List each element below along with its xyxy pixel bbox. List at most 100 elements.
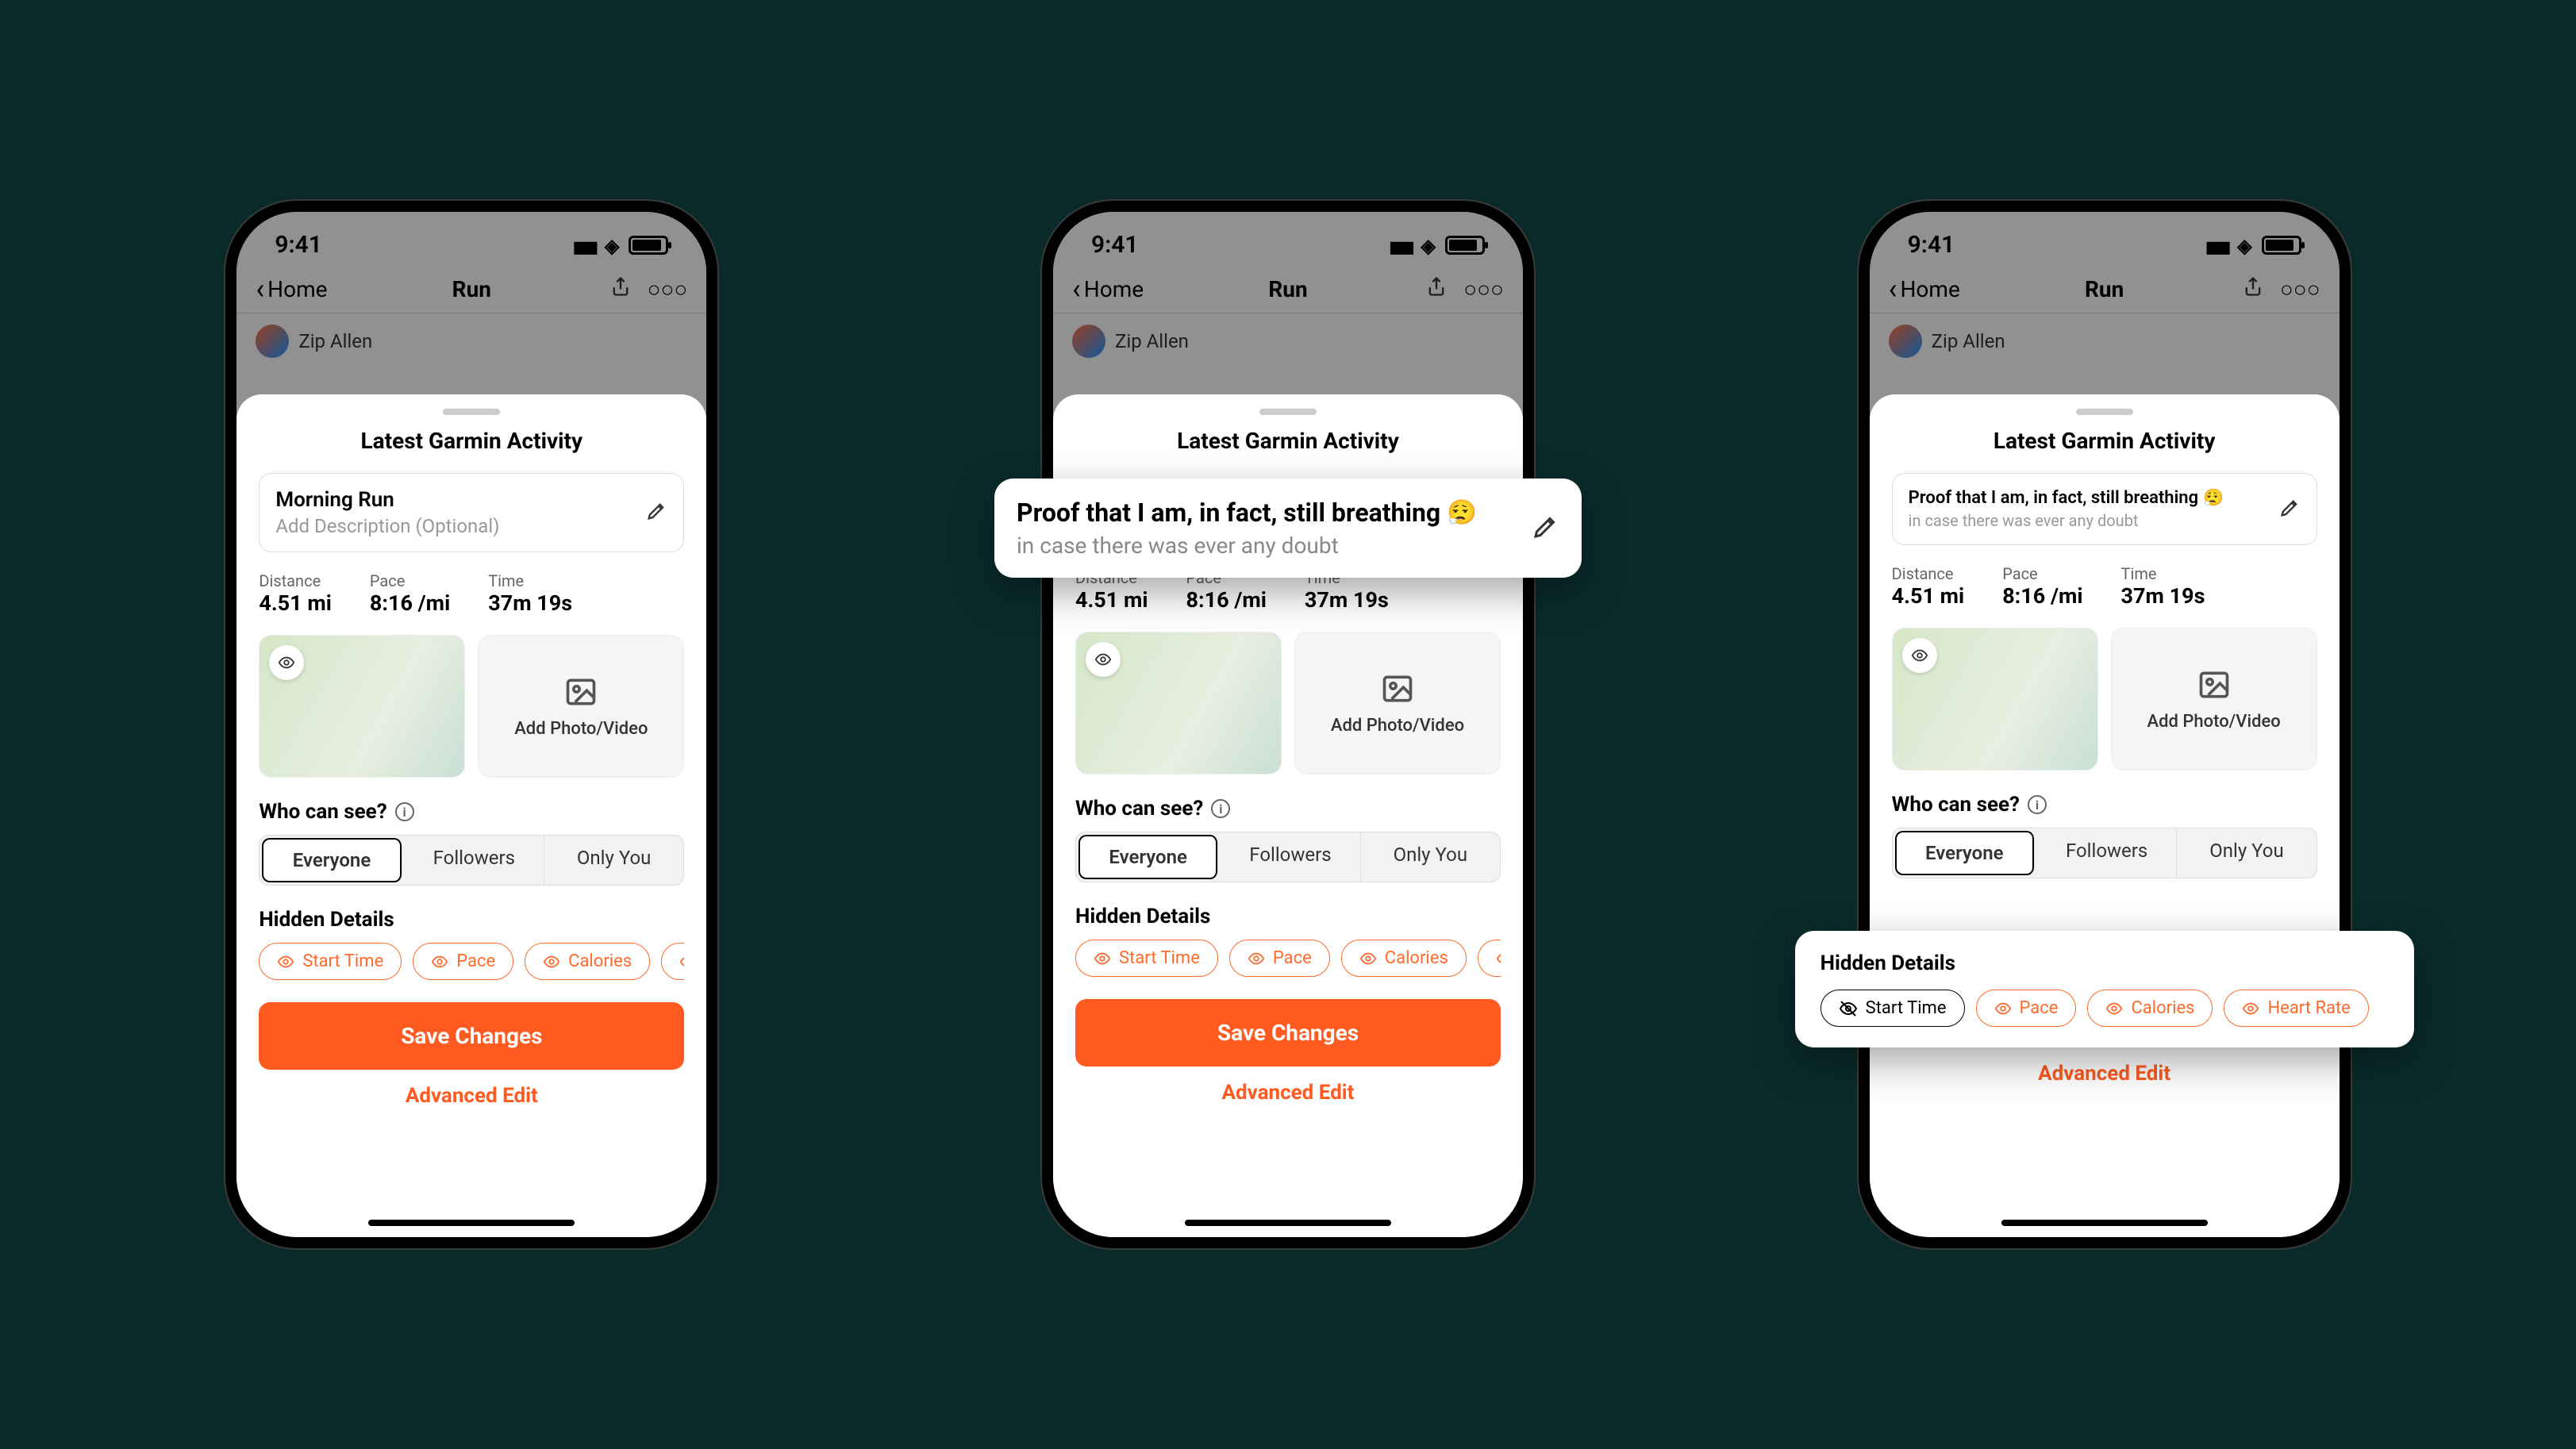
stat-time: Time 37m 19s <box>488 571 572 616</box>
info-icon[interactable]: i <box>395 802 414 821</box>
chip-start-time[interactable]: Start Time <box>259 943 402 980</box>
save-button[interactable]: Save Changes <box>1075 999 1501 1067</box>
stat-distance: Distance 4.51 mi <box>259 571 332 616</box>
save-button[interactable]: Save Changes <box>259 1002 684 1070</box>
share-button[interactable] <box>609 275 632 303</box>
share-icon <box>609 275 632 298</box>
segment-everyone[interactable]: Everyone <box>1078 835 1218 879</box>
route-path <box>1917 645 2073 752</box>
chip-start-time-selected[interactable]: Start Time <box>1821 990 1965 1027</box>
eye-icon <box>1496 950 1501 967</box>
chip-label: Calories <box>1385 948 1448 968</box>
chip-label: Start Time <box>302 951 383 971</box>
advanced-edit-button[interactable]: Advanced Edit <box>1892 1062 2317 1086</box>
status-time: 9:41 <box>275 231 322 259</box>
chip-pace[interactable]: Pace <box>1976 990 2077 1027</box>
edit-title-button[interactable] <box>645 500 667 525</box>
share-button[interactable] <box>1425 275 1448 303</box>
back-button[interactable]: ‹ Home <box>1889 275 1960 303</box>
wifi-icon <box>1421 231 1436 259</box>
add-photo-button[interactable]: Add Photo/Video <box>2111 628 2317 771</box>
user-row[interactable]: Zip Allen <box>1053 313 1523 369</box>
share-button[interactable] <box>2242 275 2264 303</box>
time-value: 37m 19s <box>488 590 572 616</box>
add-photo-button[interactable]: Add Photo/Video <box>1294 632 1501 774</box>
chip-label: Pace <box>456 951 495 971</box>
home-indicator[interactable] <box>1185 1220 1391 1226</box>
chip-heart-rate-partial[interactable]: Hea <box>1478 940 1501 977</box>
segment-everyone[interactable]: Everyone <box>1895 831 2035 875</box>
nav-bar: ‹ Home Run ○○○ <box>236 265 706 313</box>
time-value: 37m 19s <box>2121 583 2205 609</box>
segment-only-you[interactable]: Only You <box>1361 832 1500 882</box>
eye-icon <box>1248 950 1265 967</box>
cellular-icon <box>1389 231 1411 259</box>
more-button[interactable]: ○○○ <box>648 276 688 302</box>
sheet-grabber[interactable] <box>1259 409 1317 415</box>
route-path <box>1101 649 1256 756</box>
chip-calories[interactable]: Calories <box>1341 940 1467 977</box>
more-button[interactable]: ○○○ <box>2280 276 2320 302</box>
segment-followers[interactable]: Followers <box>1221 832 1360 882</box>
activity-title-card[interactable]: Proof that I am, in fact, still breathin… <box>1892 473 2317 545</box>
info-icon[interactable]: i <box>2028 795 2047 814</box>
advanced-edit-button[interactable]: Advanced Edit <box>259 1084 684 1108</box>
visibility-label: Who can see? i <box>1075 797 1501 821</box>
title-card-popout[interactable]: Proof that I am, in fact, still breathin… <box>994 479 1582 578</box>
visibility-label: Who can see? i <box>259 800 684 824</box>
route-map[interactable] <box>1075 632 1282 774</box>
chevron-left-icon: ‹ <box>1072 275 1081 303</box>
nav-bar: ‹ Home Run ○○○ <box>1870 265 2340 313</box>
eye-icon <box>2242 1000 2259 1017</box>
activity-title: Proof that I am, in fact, still breathin… <box>1017 498 1531 528</box>
route-map[interactable] <box>1892 628 2098 771</box>
add-photo-button[interactable]: Add Photo/Video <box>478 635 684 778</box>
edit-title-button[interactable] <box>2278 497 2301 522</box>
distance-value: 4.51 mi <box>1892 583 1965 609</box>
page-title: Run <box>452 276 491 302</box>
user-row[interactable]: Zip Allen <box>1870 313 2340 369</box>
more-button[interactable]: ○○○ <box>1463 276 1504 302</box>
edit-title-button[interactable] <box>1531 513 1559 544</box>
media-row: Add Photo/Video <box>1892 628 2317 771</box>
home-indicator[interactable] <box>2001 1220 2208 1226</box>
back-button[interactable]: ‹ Home <box>1072 275 1144 303</box>
segment-everyone[interactable]: Everyone <box>262 838 402 882</box>
map-visibility-badge[interactable] <box>1086 642 1121 677</box>
info-icon[interactable]: i <box>1211 799 1230 818</box>
home-indicator[interactable] <box>368 1220 575 1226</box>
sheet-grabber[interactable] <box>443 409 500 415</box>
sheet-grabber[interactable] <box>2076 409 2133 415</box>
segment-only-you[interactable]: Only You <box>2177 828 2316 878</box>
status-time: 9:41 <box>1908 231 1955 259</box>
sheet-title: Latest Garmin Activity <box>1892 428 2317 454</box>
map-visibility-badge[interactable] <box>1902 638 1937 673</box>
user-row[interactable]: Zip Allen <box>236 313 706 369</box>
phone-mockup-1: 9:41 ‹ Home Run ○○○ <box>225 201 717 1248</box>
route-map[interactable] <box>259 635 465 778</box>
chip-calories[interactable]: Calories <box>525 943 650 980</box>
pace-label: Pace <box>370 571 450 590</box>
segment-followers[interactable]: Followers <box>405 836 544 885</box>
segment-only-you[interactable]: Only You <box>544 836 683 885</box>
advanced-edit-button[interactable]: Advanced Edit <box>1075 1081 1501 1105</box>
chip-heart-rate[interactable]: Heart Rate <box>2224 990 2368 1027</box>
back-label: Home <box>1084 276 1144 302</box>
segment-followers[interactable]: Followers <box>2037 828 2177 878</box>
battery-icon <box>1445 236 1485 255</box>
nav-actions: ○○○ <box>2242 275 2320 303</box>
chip-pace[interactable]: Pace <box>1229 940 1330 977</box>
chip-calories[interactable]: Calories <box>2087 990 2213 1027</box>
map-visibility-badge[interactable] <box>269 645 304 680</box>
chip-label: Calories <box>568 951 632 971</box>
image-icon <box>2197 667 2232 702</box>
activity-title: Morning Run <box>275 488 645 512</box>
nav-bar: ‹ Home Run ○○○ <box>1053 265 1523 313</box>
chip-heart-rate-partial[interactable]: Hea <box>661 943 684 980</box>
back-button[interactable]: ‹ Home <box>256 275 327 303</box>
chip-start-time[interactable]: Start Time <box>1075 940 1218 977</box>
activity-title-card[interactable]: Morning Run Add Description (Optional) <box>259 473 684 552</box>
chip-pace[interactable]: Pace <box>413 943 513 980</box>
share-icon <box>2242 275 2264 298</box>
chevron-left-icon: ‹ <box>256 275 264 303</box>
